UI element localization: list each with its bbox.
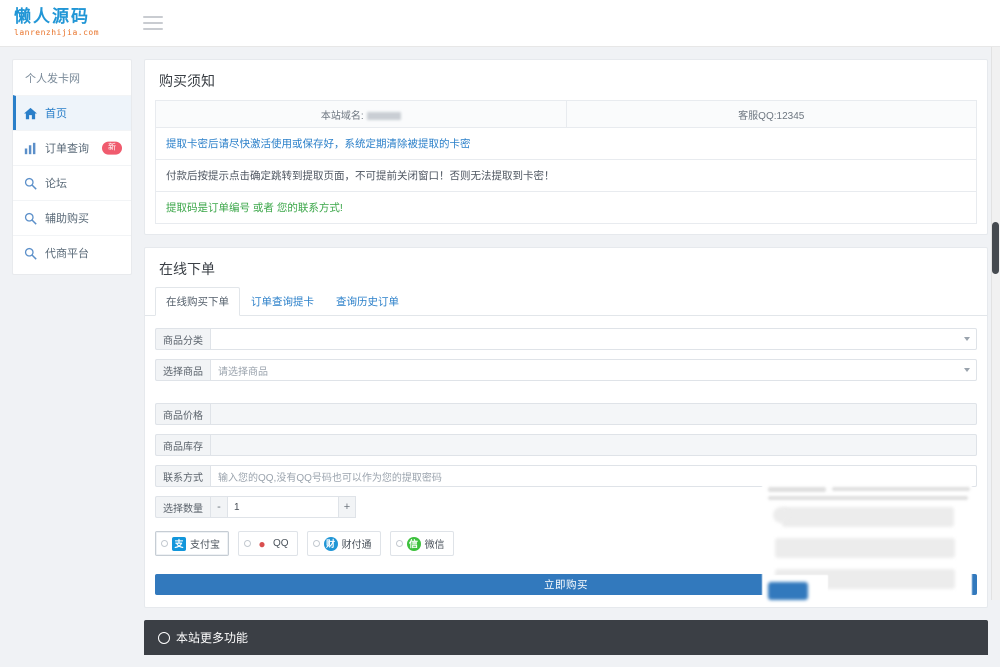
more-features-bar[interactable]: 本站更多功能 — [144, 620, 988, 655]
tab-online-purchase[interactable]: 在线购买下单 — [155, 287, 240, 316]
tab-order-history[interactable]: 查询历史订单 — [325, 287, 410, 316]
payment-option-alipay[interactable]: 支 支付宝 — [155, 531, 229, 556]
product-stock-row: 商品库存 — [155, 434, 977, 456]
notice-item: 付款后按提示点击确定跳转到提取页面，不可提前关闭窗口！否则无法提取到卡密！ — [155, 160, 977, 192]
quantity-increase-button[interactable]: + — [339, 496, 356, 518]
panel-title: 在线下单 — [159, 261, 215, 277]
product-price-row: 商品价格 — [155, 403, 977, 425]
overlay-text-line — [768, 496, 968, 500]
hamburger-bar — [143, 16, 164, 18]
gear-icon — [158, 631, 170, 644]
product-price-label: 商品价格 — [155, 403, 210, 425]
service-qq-cell: 客服QQ:12345 — [565, 100, 977, 128]
scrollbar-thumb[interactable] — [992, 222, 999, 274]
more-features-label: 本站更多功能 — [176, 631, 249, 645]
vertical-scrollbar[interactable] — [991, 0, 1000, 600]
overlay-input-field[interactable] — [782, 507, 954, 527]
radio-icon — [161, 540, 168, 547]
quantity-label: 选择数量 — [155, 496, 210, 518]
notice-item: 提取码是订单编号 或者 您的联系方式! — [155, 192, 977, 224]
site-info-table: 本站域名: 客服QQ:12345 — [155, 100, 977, 128]
top-navbar: 懒人源码 lanrenzhijia.com — [0, 0, 1000, 47]
status-badge: 新 — [102, 141, 122, 155]
payment-option-qq[interactable]: ● QQ — [238, 531, 298, 556]
purchase-notice-panel: 购买须知 本站域名: 客服QQ:12345 提取卡密后请尽快激活使用或保存好，系… — [144, 59, 988, 235]
radio-icon — [395, 540, 403, 547]
tenpay-icon: 财 — [323, 536, 338, 551]
sidebar-item-home[interactable]: 首页 — [13, 95, 131, 130]
panel-title: 购买须知 — [159, 73, 215, 89]
notice-panel-body: 本站域名: 客服QQ:12345 提取卡密后请尽快激活使用或保存好，系统定期清除… — [145, 100, 987, 234]
site-domain-value-redacted — [366, 111, 401, 120]
sidebar-title: 个人发卡网 — [25, 73, 80, 85]
product-stock-field — [210, 434, 977, 456]
hamburger-menu-icon[interactable] — [143, 14, 164, 32]
overlay-text-line — [768, 487, 826, 492]
quantity-decrease-button[interactable]: - — [210, 496, 227, 518]
overlay-input-field[interactable] — [775, 538, 955, 558]
wechat-icon: 信 — [406, 536, 421, 551]
home-icon — [24, 107, 37, 119]
chevron-down-icon — [964, 337, 970, 341]
sidebar-item-label: 代商平台 — [45, 248, 89, 260]
order-tabs: 在线购买下单 订单查询提卡 查询历史订单 — [145, 286, 987, 316]
site-domain-cell: 本站域名: — [155, 100, 567, 128]
site-domain-label: 本站域名: — [320, 110, 364, 122]
quantity-input[interactable]: 1 — [227, 496, 339, 518]
product-select-placeholder: 请选择商品 — [218, 366, 268, 378]
product-select-row: 选择商品 请选择商品 — [155, 359, 977, 381]
product-category-label: 商品分类 — [155, 328, 210, 350]
payment-label: 微信 — [424, 540, 445, 551]
radio-icon — [244, 540, 251, 547]
product-category-row: 商品分类 — [155, 328, 977, 350]
search-icon — [24, 177, 37, 190]
payment-option-wechat[interactable]: 信 微信 — [389, 531, 454, 556]
product-price-field — [210, 403, 977, 425]
sidebar-item-label: 首页 — [45, 108, 67, 120]
overlay-text-line — [832, 487, 970, 491]
payment-label: 财付通 — [341, 540, 372, 551]
sidebar-item-order-query[interactable]: 订单查询 新 — [13, 130, 131, 165]
form-spacer — [155, 390, 977, 394]
chart-icon — [24, 142, 36, 154]
overlay-blue-button[interactable] — [768, 582, 808, 600]
payment-label: QQ — [273, 538, 289, 549]
contact-placeholder: 输入您的QQ,没有QQ号码也可以作为您的提取密码 — [218, 472, 442, 484]
hamburger-bar — [143, 22, 164, 24]
sidebar-item-agent-platform[interactable]: 代商平台 — [13, 235, 131, 270]
table-row: 本站域名: 客服QQ:12345 — [155, 100, 977, 128]
chevron-down-icon — [964, 368, 970, 372]
product-category-select[interactable] — [210, 328, 977, 350]
sidebar-item-label: 论坛 — [45, 178, 67, 190]
logo-text-en: lanrenzhijia.com — [14, 28, 100, 37]
overlay-avatar — [773, 507, 789, 523]
hamburger-bar — [143, 28, 164, 30]
product-stock-label: 商品库存 — [155, 434, 210, 456]
tab-order-query[interactable]: 订单查询提卡 — [240, 287, 325, 316]
sidebar-item-assisted-purchase[interactable]: 辅助购买 — [13, 200, 131, 235]
search-icon — [24, 212, 37, 225]
product-select-label: 选择商品 — [155, 359, 210, 381]
sidebar-item-label: 订单查询 — [45, 143, 89, 155]
alipay-icon: 支 — [172, 536, 186, 551]
product-select[interactable]: 请选择商品 — [210, 359, 977, 381]
radio-icon — [312, 540, 320, 547]
qq-icon: ● — [258, 536, 266, 551]
sidebar-item-forum[interactable]: 论坛 — [13, 165, 131, 200]
sidebar: 个人发卡网 首页 订单查询 新 论坛 辅助购买 代商平台 — [12, 59, 132, 275]
sidebar-item-label: 辅助购买 — [45, 213, 89, 225]
site-logo[interactable]: 懒人源码 lanrenzhijia.com — [14, 9, 99, 37]
logo-text-cn: 懒人源码 — [14, 7, 90, 27]
contact-label: 联系方式 — [155, 465, 210, 487]
notice-item: 提取卡密后请尽快激活使用或保存好，系统定期清除被提取的卡密 — [155, 128, 977, 160]
payment-option-tenpay[interactable]: 财 财付通 — [306, 531, 381, 556]
search-icon — [24, 247, 37, 260]
payment-label: 支付宝 — [190, 540, 220, 551]
